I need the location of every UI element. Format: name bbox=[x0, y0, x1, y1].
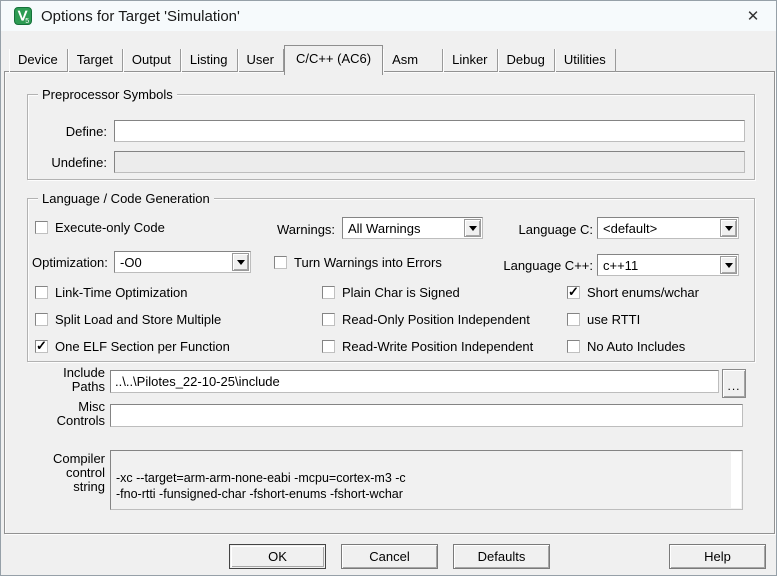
chevron-down-icon[interactable] bbox=[720, 219, 737, 237]
checkbox-label: No Auto Includes bbox=[587, 339, 685, 354]
optimization-label: Optimization: bbox=[32, 255, 108, 270]
checkbox-label: Plain Char is Signed bbox=[342, 285, 460, 300]
tab-user[interactable]: User bbox=[238, 49, 284, 72]
checkbox-no-auto-includes[interactable]: No Auto Includes bbox=[567, 339, 685, 354]
checkbox-label: Read-Only Position Independent bbox=[342, 312, 530, 327]
checkbox-turn-warnings-into-errors[interactable]: Turn Warnings into Errors bbox=[274, 255, 442, 270]
group-title: Preprocessor Symbols bbox=[38, 87, 177, 102]
misc-controls-input[interactable] bbox=[110, 404, 743, 427]
include-paths-input[interactable] bbox=[110, 370, 719, 393]
tab-device[interactable]: Device bbox=[9, 49, 68, 72]
language-c-select[interactable]: <default> bbox=[597, 217, 739, 239]
svg-text:5: 5 bbox=[25, 18, 29, 25]
undefine-label: Undefine: bbox=[33, 155, 107, 170]
close-icon[interactable]: ✕ bbox=[730, 1, 776, 31]
optimization-select[interactable]: -O0 bbox=[114, 251, 251, 273]
language-c-label: Language C: bbox=[433, 222, 593, 237]
checkbox-label: One ELF Section per Function bbox=[55, 339, 230, 354]
checkbox-box[interactable] bbox=[567, 286, 580, 299]
misc-controls-label: Misc Controls bbox=[23, 400, 105, 428]
checkbox-box[interactable] bbox=[322, 313, 335, 326]
checkbox-box[interactable] bbox=[567, 313, 580, 326]
checkbox-one-elf-section-per-function[interactable]: One ELF Section per Function bbox=[35, 339, 230, 354]
checkbox-label: Turn Warnings into Errors bbox=[294, 255, 442, 270]
language-cpp-select[interactable]: c++11 bbox=[597, 254, 739, 276]
checkbox-box[interactable] bbox=[322, 340, 335, 353]
checkbox-label: Read-Write Position Independent bbox=[342, 339, 533, 354]
tab-utilities[interactable]: Utilities bbox=[555, 49, 616, 72]
include-paths-label: Include Paths bbox=[23, 366, 105, 394]
undefine-input bbox=[114, 151, 745, 173]
checkbox-box[interactable] bbox=[35, 286, 48, 299]
compiler-control-string-label: Compiler control string bbox=[23, 452, 105, 494]
checkbox-execute-only-code[interactable]: Execute-only Code bbox=[35, 220, 165, 235]
tab-asm[interactable]: Asm bbox=[383, 49, 443, 72]
checkbox-use-rtti[interactable]: use RTTI bbox=[567, 312, 640, 327]
defaults-button[interactable]: Defaults bbox=[453, 544, 550, 569]
selected-value: c++11 bbox=[598, 258, 719, 273]
tab-cpp-ac6[interactable]: C/C++ (AC6) bbox=[284, 45, 383, 75]
tab-listing[interactable]: Listing bbox=[181, 49, 238, 72]
help-button[interactable]: Help bbox=[669, 544, 766, 569]
checkbox-label: Short enums/wchar bbox=[587, 285, 699, 300]
checkbox-short-enums-wchar[interactable]: Short enums/wchar bbox=[567, 285, 699, 300]
window-title: Options for Target 'Simulation' bbox=[41, 8, 240, 25]
checkbox-label: Link-Time Optimization bbox=[55, 285, 187, 300]
checkbox-box[interactable] bbox=[322, 286, 335, 299]
chevron-down-icon[interactable] bbox=[232, 253, 249, 271]
tab-strip: Device Target Output Listing User C/C++ … bbox=[9, 45, 616, 75]
checkbox-box[interactable] bbox=[35, 221, 48, 234]
tab-page-cpp-ac6: Preprocessor Symbols Define: Undefine: L… bbox=[4, 71, 775, 534]
compiler-control-string-box: -xc --target=arm-arm-none-eabi -mcpu=cor… bbox=[110, 450, 743, 510]
title-bar: 5 Options for Target 'Simulation' ✕ bbox=[1, 1, 776, 31]
compiler-scrollbar-track bbox=[731, 452, 741, 508]
checkbox-link-time-optimization[interactable]: Link-Time Optimization bbox=[35, 285, 187, 300]
checkbox-plain-char-is-signed[interactable]: Plain Char is Signed bbox=[322, 285, 460, 300]
cancel-button[interactable]: Cancel bbox=[341, 544, 438, 569]
checkbox-read-only-position-independent[interactable]: Read-Only Position Independent bbox=[322, 312, 530, 327]
compiler-control-string-text: -xc --target=arm-arm-none-eabi -mcpu=cor… bbox=[116, 471, 406, 501]
checkbox-read-write-position-independent[interactable]: Read-Write Position Independent bbox=[322, 339, 533, 354]
tab-output[interactable]: Output bbox=[123, 49, 181, 72]
chevron-down-icon[interactable] bbox=[720, 256, 737, 274]
group-title: Language / Code Generation bbox=[38, 191, 214, 206]
language-cpp-label: Language C++: bbox=[433, 258, 593, 273]
browse-include-paths-button[interactable]: ... bbox=[722, 369, 746, 398]
checkbox-box[interactable] bbox=[35, 340, 48, 353]
uvision-app-icon: 5 bbox=[14, 7, 32, 25]
checkbox-split-load-store-multiple[interactable]: Split Load and Store Multiple bbox=[35, 312, 221, 327]
warnings-label: Warnings: bbox=[277, 222, 335, 237]
selected-value: <default> bbox=[598, 221, 719, 236]
checkbox-label: use RTTI bbox=[587, 312, 640, 327]
define-input[interactable] bbox=[114, 120, 745, 142]
define-label: Define: bbox=[33, 124, 107, 139]
checkbox-box[interactable] bbox=[567, 340, 580, 353]
checkbox-box[interactable] bbox=[274, 256, 287, 269]
options-dialog: 5 Options for Target 'Simulation' ✕ Devi… bbox=[0, 0, 777, 576]
selected-value: -O0 bbox=[115, 255, 231, 270]
checkbox-box[interactable] bbox=[35, 313, 48, 326]
tab-debug[interactable]: Debug bbox=[498, 49, 555, 72]
checkbox-label: Execute-only Code bbox=[55, 220, 165, 235]
tab-linker[interactable]: Linker bbox=[443, 49, 497, 72]
tab-target[interactable]: Target bbox=[68, 49, 123, 72]
ok-button[interactable]: OK bbox=[229, 544, 326, 569]
checkbox-label: Split Load and Store Multiple bbox=[55, 312, 221, 327]
